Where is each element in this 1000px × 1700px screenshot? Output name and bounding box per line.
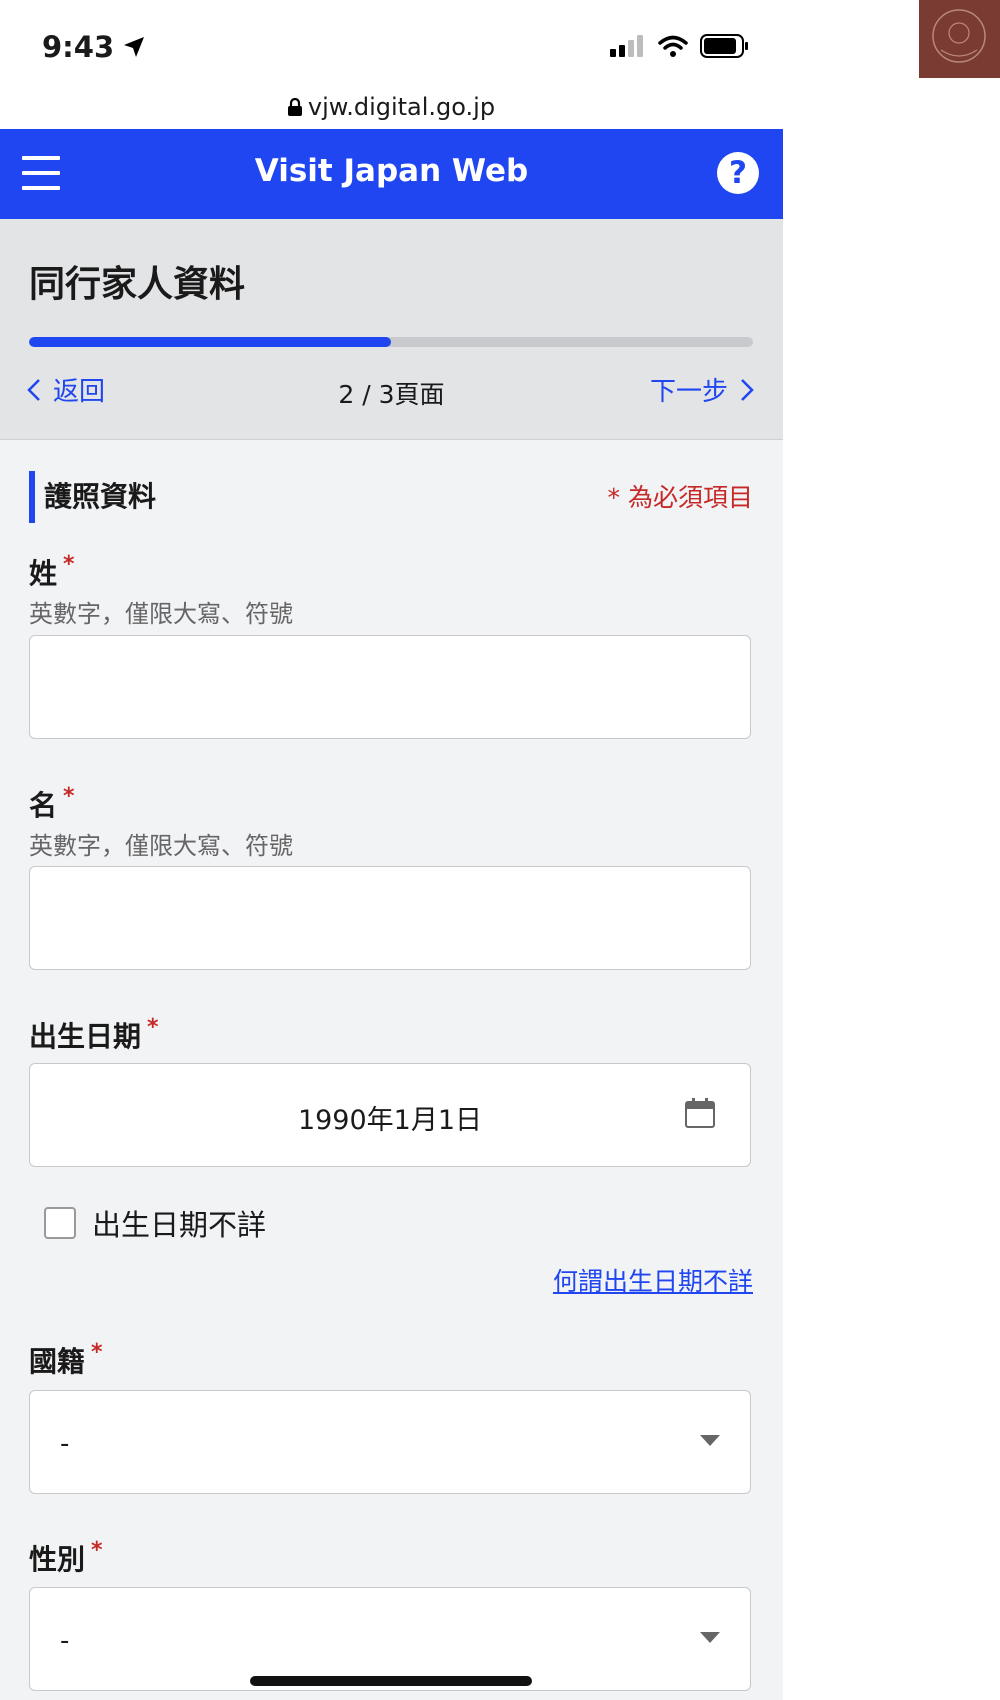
nationality-label: 國籍 * bbox=[29, 1340, 103, 1378]
location-arrow-icon bbox=[124, 37, 145, 57]
help-icon[interactable]: ? bbox=[717, 152, 759, 194]
birth-date-unknown-checkbox[interactable] bbox=[44, 1207, 76, 1239]
birth-date-unknown-label: 出生日期不詳 bbox=[92, 1208, 267, 1242]
nationality-value: - bbox=[60, 1429, 70, 1459]
chevron-right-icon bbox=[741, 378, 754, 401]
birth-date-value: 1990年1月1日 bbox=[297, 1105, 483, 1136]
battery-icon bbox=[700, 34, 748, 58]
nationality-select[interactable]: - bbox=[29, 1390, 751, 1494]
status-icons bbox=[610, 34, 750, 58]
birth-date-unknown-option[interactable]: 出生日期不詳 bbox=[44, 1202, 266, 1244]
app-title: Visit Japan Web bbox=[254, 153, 529, 189]
gender-label: 性別 * bbox=[29, 1538, 103, 1576]
progress-bar-fill bbox=[29, 337, 391, 347]
given-name-input[interactable] bbox=[29, 866, 751, 970]
required-mark: * bbox=[147, 1015, 159, 1040]
dropdown-arrow-icon bbox=[700, 1435, 720, 1446]
required-mark: * bbox=[91, 1538, 103, 1563]
birth-date-input[interactable]: 1990年1月1日 bbox=[29, 1063, 751, 1167]
next-label: 下一步 bbox=[649, 377, 728, 407]
progress-bar bbox=[29, 337, 753, 347]
status-time-text: 9:43 bbox=[42, 30, 115, 64]
app-header: Visit Japan Web ? bbox=[0, 129, 783, 219]
next-button[interactable]: 下一步 bbox=[650, 371, 754, 408]
surname-input[interactable] bbox=[29, 635, 751, 739]
birth-date-unknown-help-link[interactable]: 何謂出生日期不詳 bbox=[553, 1262, 753, 1298]
status-time: 9:43 bbox=[42, 30, 146, 64]
birth-date-label: 出生日期 * bbox=[29, 1015, 159, 1053]
status-bar: 9:43 bbox=[0, 0, 783, 84]
seal-logo bbox=[919, 0, 1000, 78]
gender-value: - bbox=[60, 1626, 70, 1656]
phone-screen: 9:43 vjw.digital.go.jp Visit Japan Web ?… bbox=[0, 0, 783, 1700]
required-note: * 為必須項目 bbox=[607, 483, 753, 512]
section-title: 護照資料 bbox=[29, 471, 156, 523]
given-name-hint: 英數字，僅限大寫、符號 bbox=[29, 832, 293, 860]
page-title: 同行家人資料 bbox=[29, 264, 246, 305]
surname-label: 姓 * bbox=[29, 552, 75, 590]
wifi-icon bbox=[658, 35, 688, 57]
url-text: vjw.digital.go.jp bbox=[307, 92, 496, 121]
required-mark: * bbox=[63, 784, 75, 809]
required-mark: * bbox=[91, 1340, 103, 1365]
calendar-icon[interactable] bbox=[684, 1097, 716, 1129]
seal-icon bbox=[932, 9, 986, 63]
signal-icon bbox=[610, 35, 643, 57]
url-bar[interactable]: vjw.digital.go.jp bbox=[0, 84, 783, 129]
lock-icon bbox=[287, 97, 302, 116]
surname-hint: 英數字，僅限大寫、符號 bbox=[29, 600, 293, 628]
page-header: 同行家人資料 返回 2 / 3頁面 下一步 bbox=[0, 219, 783, 440]
required-mark: * bbox=[63, 552, 75, 577]
dropdown-arrow-icon bbox=[700, 1632, 720, 1643]
given-name-label: 名 * bbox=[29, 784, 75, 822]
home-indicator bbox=[250, 1676, 532, 1686]
